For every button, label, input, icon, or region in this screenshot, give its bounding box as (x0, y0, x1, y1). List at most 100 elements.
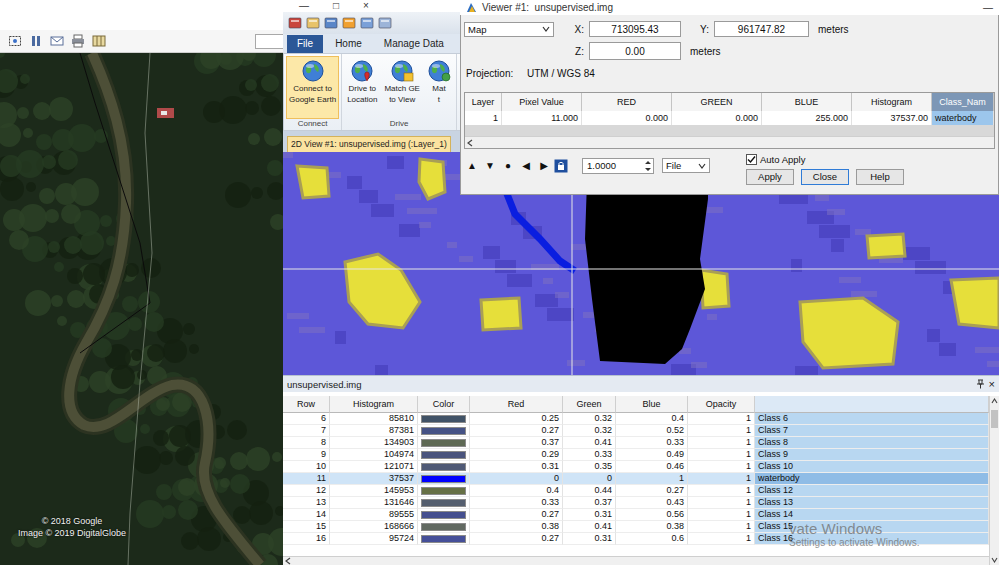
table-cell[interactable]: 1 (688, 497, 755, 509)
table-cell[interactable]: 0.37 (563, 497, 616, 509)
table-row[interactable]: 6858100.250.320.41Class 6 (283, 413, 989, 425)
vertical-scrollbar[interactable] (989, 396, 999, 565)
table-cell[interactable]: 1 (688, 449, 755, 461)
ribbon-button[interactable]: Drive toLocation (344, 56, 380, 119)
pointer-icon[interactable] (342, 16, 356, 30)
table-row[interactable]: 11375370011waterbody (283, 473, 989, 485)
table-cell[interactable]: 0.4 (616, 413, 688, 425)
table-cell[interactable]: 10 (283, 461, 330, 473)
table-cell[interactable]: 1 (688, 425, 755, 437)
table-cell[interactable]: 0.46 (616, 461, 688, 473)
scroll-down-icon[interactable] (991, 557, 998, 563)
table-cell[interactable]: Class 14 (755, 509, 989, 521)
satellite-map[interactable] (0, 53, 283, 565)
table-cell[interactable]: 0.41 (563, 521, 616, 533)
table-cell[interactable]: Class 15 (755, 521, 989, 533)
color-swatch[interactable] (421, 439, 466, 447)
table-cell[interactable]: 14 (283, 509, 330, 521)
table-cell[interactable]: 1 (616, 473, 688, 485)
color-cell[interactable] (418, 437, 470, 449)
table-cell[interactable]: 145953 (330, 485, 418, 497)
dialog-button[interactable]: Apply (746, 169, 794, 185)
table-cell[interactable]: 0.33 (470, 497, 563, 509)
table-cell[interactable]: 0.25 (470, 413, 563, 425)
save-icon[interactable] (324, 16, 338, 30)
table-cell[interactable]: 11 (283, 473, 330, 485)
column-header[interactable]: RED (582, 93, 672, 111)
search-field[interactable] (255, 34, 283, 49)
table-cell[interactable]: Class 16 (755, 533, 989, 545)
table-row[interactable]: 121459530.40.440.271Class 12 (283, 485, 989, 497)
color-cell[interactable] (418, 497, 470, 509)
map-view[interactable]: © 2018 GoogleImage © 2019 DigitalGlobe (0, 53, 283, 565)
color-swatch[interactable] (421, 487, 466, 495)
scroll-up-icon[interactable] (991, 398, 998, 404)
column-header[interactable]: Blue (616, 396, 688, 413)
table-cell[interactable]: 0.6 (616, 533, 688, 545)
table-cell[interactable]: 1 (688, 473, 755, 485)
table-cell[interactable]: 0.000 (582, 111, 672, 125)
column-header[interactable]: BLUE (762, 93, 852, 111)
zoom-icon[interactable] (360, 16, 374, 30)
nav-button[interactable]: ● (500, 157, 516, 174)
table-cell[interactable]: 0.38 (616, 521, 688, 533)
dialog-button[interactable]: Help (856, 169, 904, 185)
table-row[interactable]: 101210710.310.350.461Class 10 (283, 461, 989, 473)
table-cell[interactable]: 15 (283, 521, 330, 533)
table-row[interactable]: 7873810.270.320.521Class 7 (283, 425, 989, 437)
table-cell[interactable]: 37537 (330, 473, 418, 485)
table-cell[interactable]: 0 (470, 473, 563, 485)
table-cell[interactable]: 1 (688, 533, 755, 545)
color-cell[interactable] (418, 521, 470, 533)
capture-icon[interactable] (8, 34, 22, 48)
table-cell[interactable]: Class 6 (755, 413, 989, 425)
checkbox-box[interactable] (746, 154, 757, 165)
color-swatch[interactable] (421, 499, 466, 507)
spin-arrows-icon[interactable] (643, 159, 653, 173)
table-cell[interactable]: Class 8 (755, 437, 989, 449)
table-cell[interactable]: 0.29 (470, 449, 563, 461)
close-button[interactable]: × (989, 378, 995, 390)
table-cell[interactable]: 0.56 (616, 509, 688, 521)
table-cell[interactable]: 0.37 (470, 437, 563, 449)
table-row[interactable]: 81349030.370.410.331Class 8 (283, 437, 989, 449)
caption-button[interactable]: — (299, 0, 309, 12)
minimize-button[interactable]: — (983, 2, 993, 13)
coordinate-field[interactable]: 713095.43 (589, 21, 681, 37)
color-cell[interactable] (418, 533, 470, 545)
table-cell[interactable]: 0.31 (563, 533, 616, 545)
table-cell[interactable]: 0.49 (616, 449, 688, 461)
table-cell[interactable]: 1 (688, 521, 755, 533)
ribbon-button[interactable]: Matt (424, 56, 454, 119)
table-cell[interactable]: 0.4 (470, 485, 563, 497)
coordinate-field[interactable]: 961747.82 (714, 21, 809, 37)
table-cell[interactable]: 7 (283, 425, 330, 437)
table-cell[interactable]: 0.27 (470, 533, 563, 545)
table-cell[interactable]: waterbody (755, 473, 989, 485)
table-cell[interactable]: 1 (688, 485, 755, 497)
horizontal-scrollbar[interactable] (465, 136, 994, 148)
table-cell[interactable]: 0.32 (563, 413, 616, 425)
nav-button[interactable]: ▼ (482, 157, 498, 174)
horizontal-scrollbar[interactable] (283, 556, 989, 565)
color-swatch[interactable] (421, 475, 466, 483)
ribbon-button[interactable]: Match GEto View (381, 56, 423, 119)
scroll-thumb[interactable] (991, 410, 998, 428)
table-cell[interactable]: 0.27 (616, 485, 688, 497)
column-header[interactable]: Pixel Value (502, 93, 582, 111)
table-row[interactable]: 16957240.270.310.61Class 16 (283, 533, 989, 545)
column-header[interactable]: Layer (465, 93, 502, 111)
color-swatch[interactable] (421, 523, 466, 531)
table-row[interactable]: 151686660.380.410.381Class 15 (283, 521, 989, 533)
chevron-down-icon[interactable] (542, 26, 550, 32)
auto-apply-checkbox[interactable]: Auto Apply (746, 154, 904, 165)
table-cell[interactable]: 8 (283, 437, 330, 449)
table-row[interactable]: 131316460.330.370.431Class 13 (283, 497, 989, 509)
table-cell[interactable]: 1 (688, 461, 755, 473)
color-swatch[interactable] (421, 451, 466, 459)
column-header[interactable]: Class_Nam (932, 93, 994, 111)
table-cell[interactable]: 255.000 (762, 111, 852, 125)
lock-icon[interactable] (554, 159, 568, 173)
column-header[interactable]: Color (418, 396, 470, 413)
color-cell[interactable] (418, 425, 470, 437)
